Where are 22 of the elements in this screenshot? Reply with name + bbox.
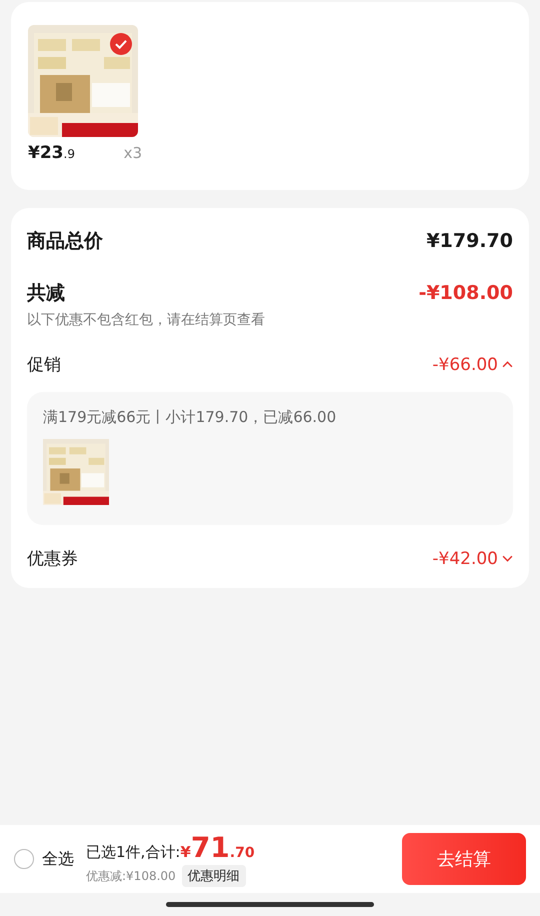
selected-count-text: 已选1件,合计: bbox=[86, 843, 180, 862]
discount-note: 以下优惠不包含红包，请在结算页查看 bbox=[27, 311, 266, 329]
section-amount: -¥66.00 bbox=[432, 354, 498, 374]
check-icon[interactable] bbox=[110, 33, 132, 55]
chevron-down-icon[interactable] bbox=[502, 555, 513, 562]
total-price: ¥71.70 bbox=[180, 831, 255, 864]
section-label: 促销 bbox=[27, 354, 61, 376]
chevron-up-icon[interactable] bbox=[502, 361, 513, 368]
section-label: 优惠券 bbox=[27, 548, 78, 570]
radio-button[interactable] bbox=[14, 849, 34, 869]
discount-amount: -¥108.00 bbox=[418, 282, 513, 304]
promo-text: 满179元减66元丨小计179.70，已减66.00 bbox=[43, 408, 338, 427]
total-price: ¥179.70 bbox=[426, 230, 513, 252]
select-all-label[interactable]: 全选 bbox=[42, 848, 74, 870]
checkout-button[interactable]: 去结算 bbox=[402, 833, 526, 885]
section-amount: -¥42.00 bbox=[432, 548, 498, 568]
price: ¥23.9 bbox=[28, 143, 75, 163]
discount-label: 共减 bbox=[27, 281, 65, 306]
total-label: 商品总价 bbox=[27, 229, 103, 254]
discount-text: 优惠减:¥108.00 bbox=[86, 868, 176, 884]
discount-detail-button[interactable]: 优惠明细 bbox=[182, 865, 246, 887]
quantity: x3 bbox=[124, 144, 142, 162]
